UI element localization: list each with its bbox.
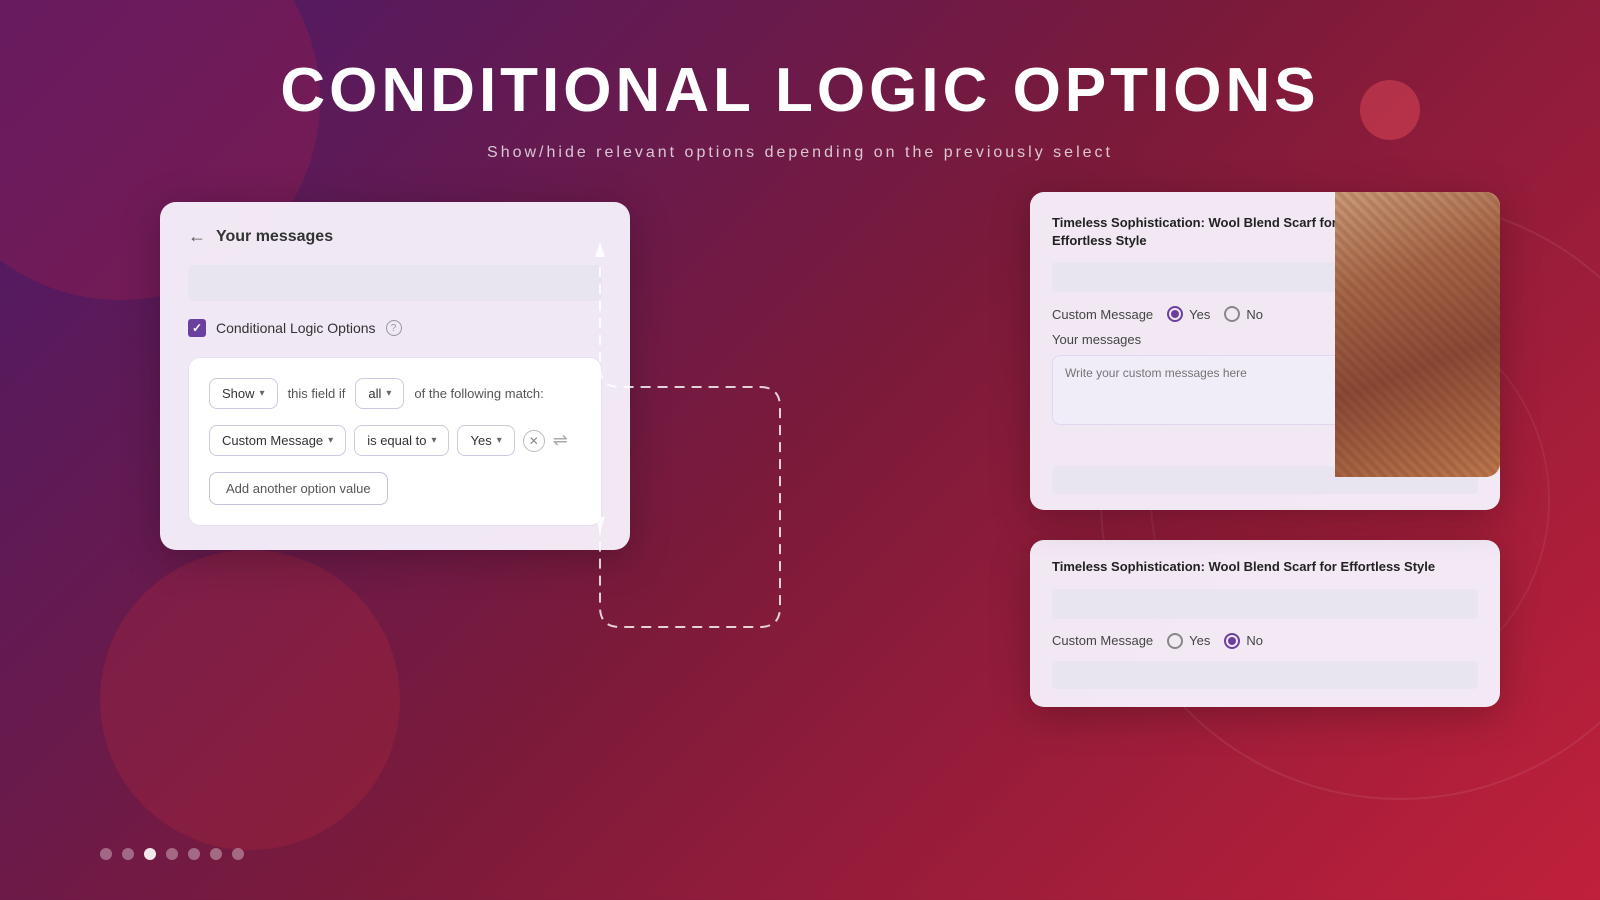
header: CONDITIONAL LOGIC OPTIONS Show/hide rele… [0, 0, 1600, 162]
custom-message-row-bottom: Custom Message Yes No [1052, 633, 1478, 649]
value-dropdown[interactable]: Yes ▾ [457, 425, 514, 456]
yes-radio-top[interactable] [1167, 306, 1183, 322]
no-radio-top[interactable] [1224, 306, 1240, 322]
product-title-bottom: Timeless Sophistication: Wool Blend Scar… [1052, 558, 1478, 576]
field-dropdown[interactable]: Custom Message ▾ [209, 425, 346, 456]
message-textarea[interactable] [1052, 355, 1358, 425]
no-radio-bottom[interactable] [1224, 633, 1240, 649]
chevron-down-icon-5: ▾ [497, 435, 502, 446]
connector-icon: ⇌ [553, 430, 568, 451]
show-dropdown[interactable]: Show ▾ [209, 378, 278, 409]
pagination [0, 848, 1600, 860]
chevron-down-icon-3: ▾ [328, 435, 333, 446]
no-option-bottom[interactable]: No [1224, 633, 1263, 649]
no-label-bottom: No [1246, 633, 1263, 648]
checkbox-row: Conditional Logic Options ? [188, 319, 602, 337]
yes-radio-bottom[interactable] [1167, 633, 1183, 649]
logic-row-2: Custom Message ▾ is equal to ▾ Yes ▾ ✕ ⇌ [209, 425, 581, 456]
panel-search-bar [188, 265, 602, 301]
back-button[interactable]: ← [188, 226, 206, 247]
yes-label-bottom: Yes [1189, 633, 1210, 648]
panel-header: ← Your messages [188, 226, 602, 247]
logic-row-1: Show ▾ this field if all ▾ of the follow… [209, 378, 581, 409]
top-product-card: Timeless Sophistication: Wool Blend Scar… [1030, 192, 1500, 510]
chevron-down-icon-2: ▾ [386, 388, 391, 399]
panel-title: Your messages [216, 228, 333, 246]
pagination-dot-5[interactable] [188, 848, 200, 860]
content-area: ← Your messages Conditional Logic Option… [0, 162, 1600, 707]
pagination-dot-2[interactable] [122, 848, 134, 860]
product-input-bar-top [1052, 262, 1358, 292]
left-panel: ← Your messages Conditional Logic Option… [160, 202, 630, 550]
this-field-label: this field if [288, 386, 346, 401]
no-label-top: No [1246, 307, 1263, 322]
add-option-button[interactable]: Add another option value [209, 472, 388, 505]
remove-condition-button[interactable]: ✕ [523, 430, 545, 452]
custom-message-label-bottom: Custom Message [1052, 633, 1153, 648]
pagination-dot-1[interactable] [100, 848, 112, 860]
logic-box: Show ▾ this field if all ▾ of the follow… [188, 357, 602, 526]
checkbox-label: Conditional Logic Options [216, 320, 376, 336]
product-content-top: Timeless Sophistication: Wool Blend Scar… [1030, 192, 1380, 460]
yes-option-top[interactable]: Yes [1167, 306, 1210, 322]
no-option-top[interactable]: No [1224, 306, 1263, 322]
help-icon[interactable]: ? [386, 320, 402, 336]
chevron-down-icon: ▾ [260, 388, 265, 399]
all-dropdown[interactable]: all ▾ [355, 378, 404, 409]
pagination-dot-3[interactable] [144, 848, 156, 860]
pagination-dot-7[interactable] [232, 848, 244, 860]
custom-message-row-top: Custom Message Yes No [1052, 306, 1358, 322]
conditional-logic-checkbox[interactable] [188, 319, 206, 337]
product-title-top: Timeless Sophistication: Wool Blend Scar… [1052, 214, 1358, 250]
bottom-product-card: Timeless Sophistication: Wool Blend Scar… [1030, 540, 1500, 706]
yes-label-top: Yes [1189, 307, 1210, 322]
following-label: of the following match: [414, 386, 543, 401]
pagination-dot-4[interactable] [166, 848, 178, 860]
page-title: CONDITIONAL LOGIC OPTIONS [0, 55, 1600, 126]
chevron-down-icon-4: ▾ [431, 435, 436, 446]
page-subtitle: Show/hide relevant options depending on … [0, 144, 1600, 162]
right-panels: Timeless Sophistication: Wool Blend Scar… [1030, 192, 1500, 707]
product-input-bar-bottom [1052, 589, 1478, 619]
product-image [1335, 192, 1500, 477]
custom-message-label-top: Custom Message [1052, 307, 1153, 322]
yes-option-bottom[interactable]: Yes [1167, 633, 1210, 649]
product-bottom-bar-bottom [1052, 661, 1478, 689]
operator-dropdown[interactable]: is equal to ▾ [354, 425, 449, 456]
pagination-dot-6[interactable] [210, 848, 222, 860]
your-messages-label: Your messages [1052, 332, 1358, 347]
